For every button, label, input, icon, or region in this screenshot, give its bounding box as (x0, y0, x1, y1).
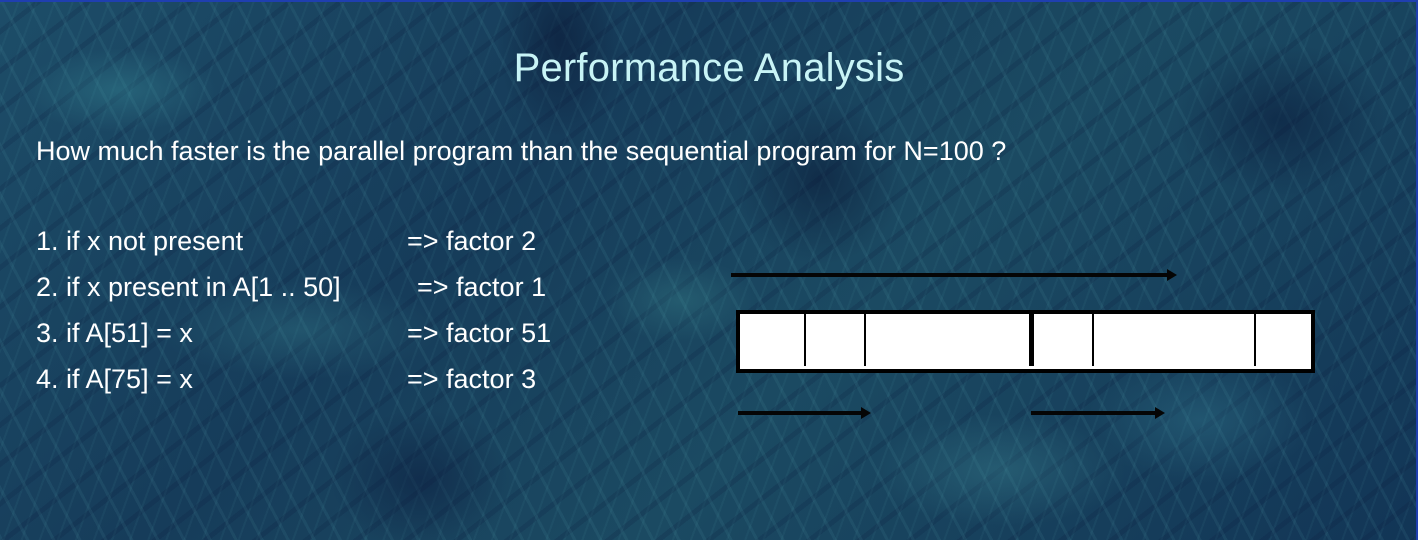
case-condition: 1. if x not present (36, 226, 244, 256)
case-condition: 4. if A[75] = x (36, 364, 193, 394)
case-condition: 3. if A[51] = x (36, 318, 193, 348)
array-cell-divider (1254, 314, 1256, 366)
case-result: => factor 3 (407, 364, 537, 394)
case-condition: 2. if x present in A[1 .. 50] (36, 272, 341, 302)
case-result: => factor 51 (407, 318, 552, 348)
parallel-scan-arrow-first-half (738, 407, 871, 419)
parallel-scan-arrow-second-half (1031, 407, 1165, 419)
array-cell-divider (1092, 314, 1094, 366)
array-cell-divider (804, 314, 806, 366)
case-result: => factor 2 (407, 226, 537, 256)
array-cell-divider (864, 314, 866, 366)
array-middle-divider (1029, 314, 1034, 366)
sequential-scan-arrow (731, 269, 1177, 281)
slide-title: Performance Analysis (513, 46, 905, 90)
question-text: How much faster is the parallel program … (36, 136, 1007, 166)
slide-top-edge (0, 0, 1418, 2)
slide-background: Performance Analysis How much faster is … (0, 0, 1418, 540)
case-result: => factor 1 (417, 272, 547, 302)
array-diagram (736, 310, 1315, 373)
